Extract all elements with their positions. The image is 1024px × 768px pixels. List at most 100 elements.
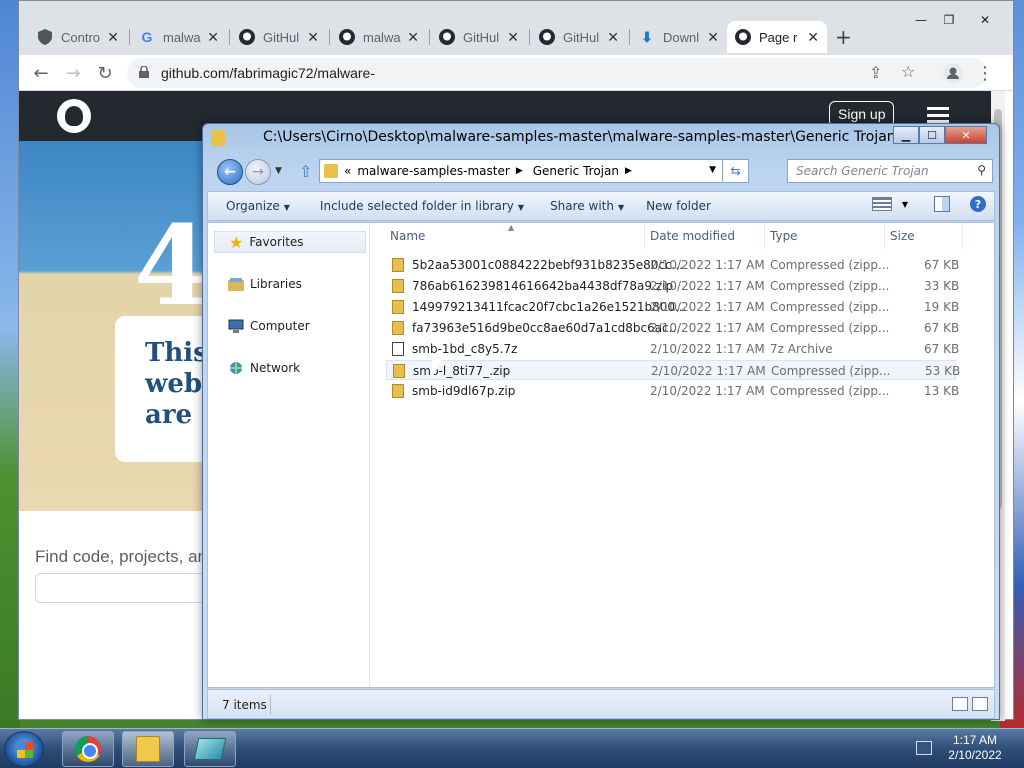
browser-tab[interactable]: G malwa ✕ bbox=[131, 21, 227, 53]
preview-pane-icon[interactable] bbox=[934, 196, 950, 212]
include-in-library-button[interactable]: Include selected folder in library ▼ bbox=[300, 199, 534, 213]
chevron-right-icon[interactable]: ▶ bbox=[625, 166, 632, 176]
taskbar: 1:17 AM 2/10/2022 bbox=[0, 728, 1024, 768]
desktop-background-left bbox=[0, 0, 20, 730]
change-view-icon[interactable] bbox=[871, 197, 892, 211]
file-row[interactable]: smb-id9dl67p.zip 2/10/2022 1:17 AM Compr… bbox=[386, 381, 959, 401]
browser-tab[interactable]: malwa ✕ bbox=[331, 21, 427, 53]
browser-tab[interactable]: GitHul ✕ bbox=[431, 21, 527, 53]
close-tab-icon[interactable]: ✕ bbox=[507, 29, 519, 46]
file-row[interactable]: 149979213411fcac20f7cbc1a26e1521b800... … bbox=[386, 297, 960, 317]
menu-dots-icon[interactable]: ⋮ bbox=[973, 61, 997, 85]
breadcrumb-item[interactable]: Generic Trojan bbox=[533, 164, 619, 178]
close-button[interactable]: ✕ bbox=[945, 126, 987, 144]
file-size: 19 KB bbox=[924, 300, 960, 314]
close-tab-icon[interactable]: ✕ bbox=[607, 29, 619, 46]
status-bar: 7 items bbox=[207, 689, 995, 719]
nav-libraries[interactable]: Libraries bbox=[228, 277, 302, 291]
action-center-flag-icon[interactable] bbox=[916, 741, 932, 755]
details-view-icon[interactable] bbox=[952, 697, 968, 711]
file-date: 2/10/2022 1:17 AM bbox=[650, 258, 765, 272]
column-divider[interactable] bbox=[962, 223, 963, 249]
restore-icon[interactable]: ❐ bbox=[937, 11, 961, 29]
forward-arrow-icon[interactable]: → bbox=[61, 61, 85, 85]
organize-button[interactable]: Organize ▼ bbox=[208, 199, 300, 213]
file-name: 5b2aa53001c0884222bebf931b8235e80cc... bbox=[412, 258, 684, 272]
column-divider[interactable] bbox=[644, 223, 645, 249]
browser-tab[interactable]: ⬇ Downl ✕ bbox=[631, 21, 727, 53]
maximize-button[interactable]: ☐ bbox=[919, 126, 945, 144]
chevron-right-icon[interactable]: ▶ bbox=[516, 166, 523, 176]
tab-label: Page r bbox=[759, 29, 798, 45]
close-tab-icon[interactable]: ✕ bbox=[807, 29, 819, 46]
close-tab-icon[interactable]: ✕ bbox=[707, 29, 719, 46]
profile-icon[interactable] bbox=[941, 61, 965, 85]
libraries-icon bbox=[228, 278, 244, 291]
column-type[interactable]: Type bbox=[770, 229, 798, 251]
system-clock[interactable]: 1:17 AM 2/10/2022 bbox=[940, 733, 1010, 763]
file-row[interactable]: fa73963e516d9be0cc8ae60d7a1cd8bc6ac... 2… bbox=[386, 318, 959, 338]
file-row-hovered[interactable]: smb-l_8ti77_.zip 2/10/2022 1:17 AM Compr… bbox=[386, 360, 960, 380]
refresh-icon[interactable]: ⇆ bbox=[722, 160, 748, 182]
folder-icon bbox=[211, 130, 225, 146]
browser-tab[interactable]: GitHul ✕ bbox=[531, 21, 627, 53]
forward-button[interactable]: → bbox=[245, 159, 271, 185]
file-name: smb-l_8ti77_.zip bbox=[413, 364, 511, 378]
thumbnail-view-icon[interactable] bbox=[972, 697, 988, 711]
hamburger-menu-icon[interactable] bbox=[927, 107, 949, 123]
taskbar-explorer-button[interactable] bbox=[122, 731, 174, 767]
file-type: Compressed (zipp... bbox=[770, 258, 890, 272]
back-arrow-icon[interactable]: ← bbox=[29, 61, 53, 85]
chevron-down-icon[interactable]: ▼ bbox=[709, 165, 716, 175]
close-tab-icon[interactable]: ✕ bbox=[407, 29, 419, 46]
reload-icon[interactable]: ↻ bbox=[93, 61, 117, 85]
column-name[interactable]: Name bbox=[390, 229, 425, 251]
file-date: 2/10/2022 1:17 AM bbox=[651, 364, 766, 378]
breadcrumb-overflow[interactable]: « bbox=[344, 164, 351, 178]
file-row[interactable]: smb-1bd_c8y5.7z 2/10/2022 1:17 AM 7z Arc… bbox=[386, 339, 959, 359]
close-tab-icon[interactable]: ✕ bbox=[107, 29, 119, 46]
help-icon[interactable]: ? bbox=[970, 196, 986, 212]
zip-folder-icon bbox=[392, 258, 404, 272]
github-logo-icon[interactable] bbox=[57, 99, 91, 133]
status-divider bbox=[270, 695, 271, 715]
tab-strip: Contro ✕ G malwa ✕ GitHul ✕ malwa ✕ GitH… bbox=[19, 1, 1013, 55]
chevron-down-icon[interactable]: ▼ bbox=[902, 200, 908, 209]
close-tab-icon[interactable]: ✕ bbox=[207, 29, 219, 46]
taskbar-app-button[interactable] bbox=[184, 731, 236, 767]
tab-divider bbox=[229, 29, 230, 45]
nav-favorites[interactable]: ★ Favorites bbox=[214, 231, 366, 253]
close-window-icon[interactable]: ✕ bbox=[973, 11, 997, 29]
search-icon[interactable]: ⚲ bbox=[977, 163, 986, 177]
minimize-icon[interactable]: — bbox=[909, 11, 933, 29]
column-divider[interactable] bbox=[764, 223, 765, 249]
nav-network[interactable]: Network bbox=[228, 361, 300, 375]
zip-folder-icon bbox=[392, 300, 404, 314]
new-tab-button[interactable]: + bbox=[835, 25, 852, 49]
minimize-button[interactable]: ▁ bbox=[893, 126, 919, 144]
new-folder-button[interactable]: New folder bbox=[634, 199, 721, 213]
search-input[interactable]: Search Generic Trojan ⚲ bbox=[787, 159, 993, 183]
browser-tab[interactable]: Contro ✕ bbox=[29, 21, 127, 53]
column-date-modified[interactable]: Date modified bbox=[650, 229, 735, 251]
share-icon[interactable]: ⇪ bbox=[869, 63, 882, 82]
column-size[interactable]: Size bbox=[890, 229, 915, 251]
up-arrow-icon[interactable]: ⇧ bbox=[299, 162, 312, 181]
file-date: 2/10/2022 1:17 AM bbox=[650, 279, 765, 293]
share-with-button[interactable]: Share with ▼ bbox=[534, 199, 634, 213]
file-row[interactable]: 786ab616239814616642ba4438df78a9.zip 2/1… bbox=[386, 276, 959, 296]
browser-tab-active[interactable]: Page r ✕ bbox=[727, 21, 827, 53]
taskbar-chrome-button[interactable] bbox=[62, 731, 114, 767]
column-divider[interactable] bbox=[884, 223, 885, 249]
breadcrumb-item[interactable]: malware-samples-master bbox=[357, 164, 509, 178]
start-button[interactable] bbox=[4, 731, 44, 767]
recent-pages-icon[interactable]: ▼ bbox=[275, 166, 282, 176]
star-icon[interactable]: ☆ bbox=[901, 62, 915, 81]
browser-tab[interactable]: GitHul ✕ bbox=[231, 21, 327, 53]
address-bar[interactable]: github.com/fabrimagic72/malware- ⇪ ☆ bbox=[127, 58, 987, 88]
close-tab-icon[interactable]: ✕ bbox=[307, 29, 319, 46]
file-row[interactable]: 5b2aa53001c0884222bebf931b8235e80cc... 2… bbox=[386, 255, 959, 275]
back-button[interactable]: ← bbox=[217, 159, 243, 185]
nav-computer[interactable]: Computer bbox=[228, 319, 310, 333]
address-breadcrumb[interactable]: « malware-samples-master ▶ Generic Troja… bbox=[319, 159, 749, 183]
